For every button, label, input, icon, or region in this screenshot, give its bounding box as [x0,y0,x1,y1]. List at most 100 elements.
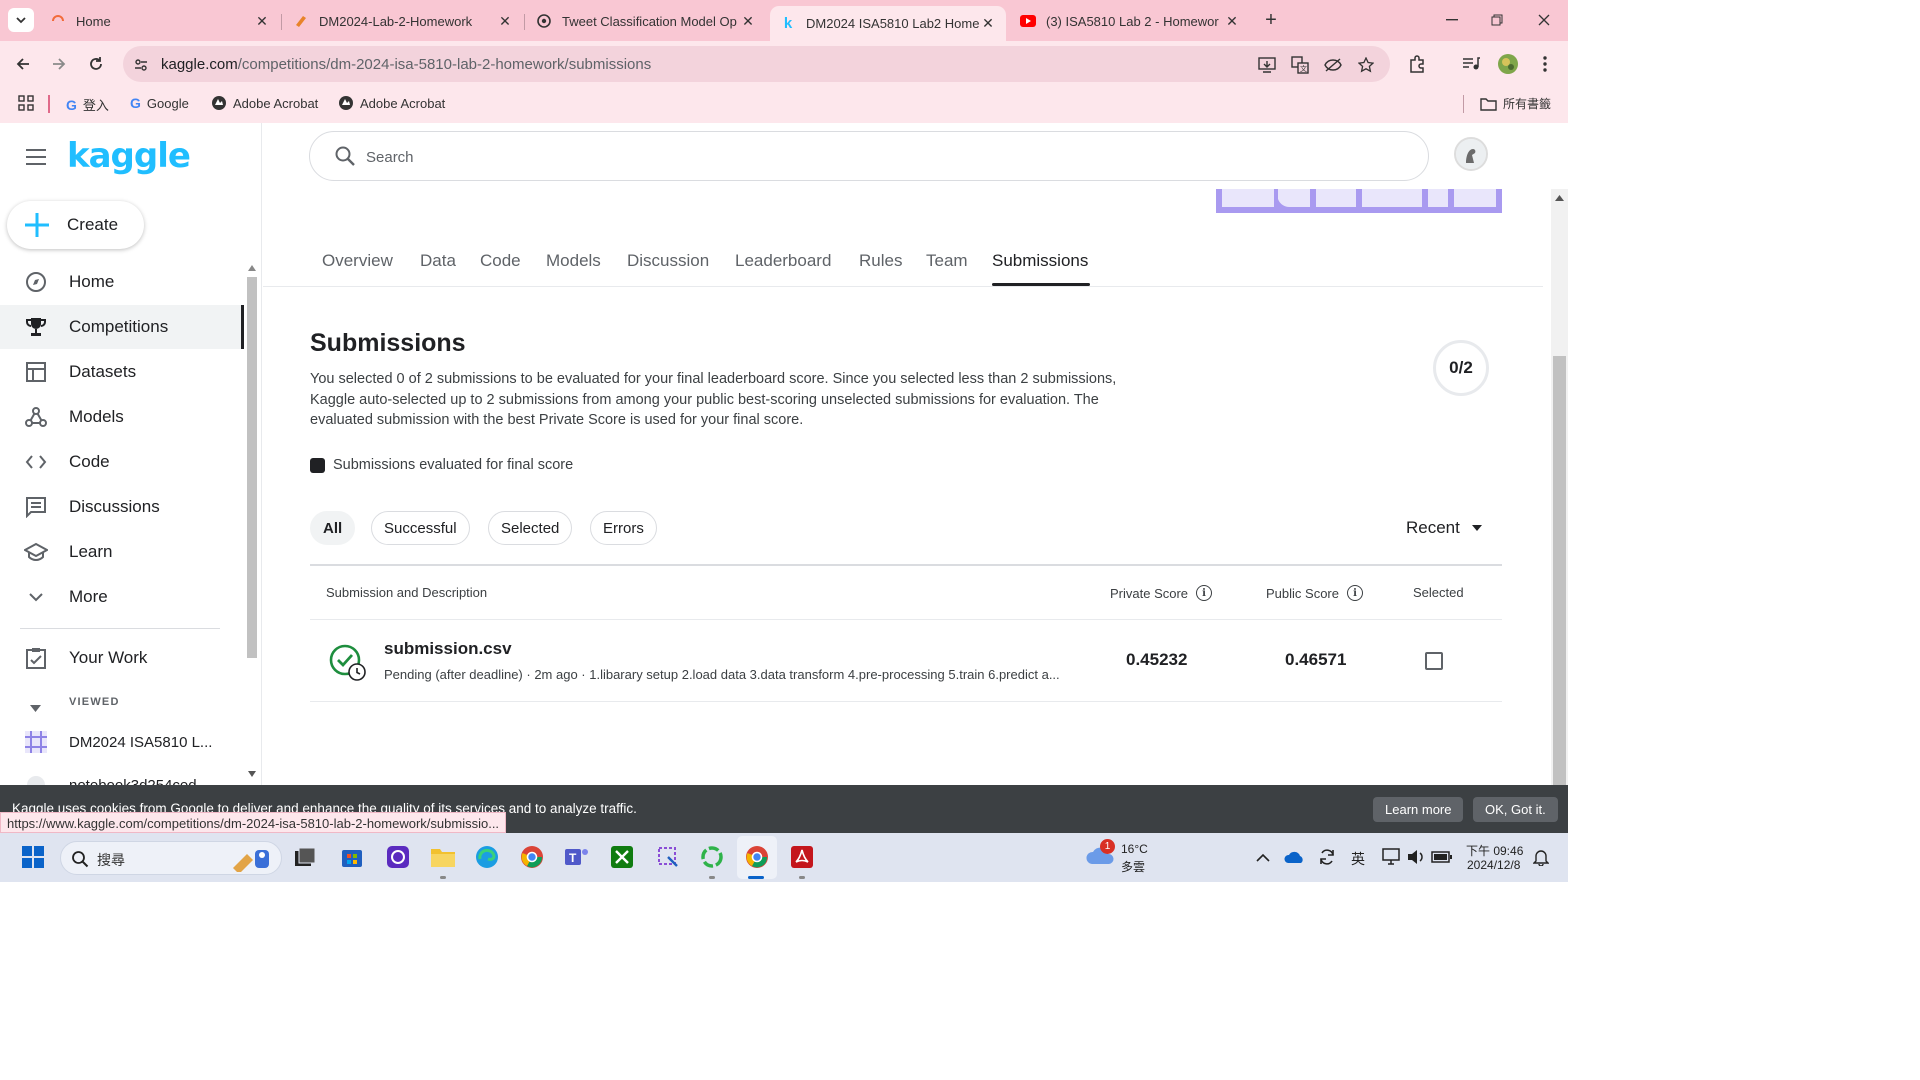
acrobat-icon[interactable] [789,844,815,870]
filter-selected[interactable]: Selected [488,511,573,545]
browser-tab-chatgpt[interactable]: Tweet Classification Model Op ✕ [526,6,766,36]
new-tab-button[interactable]: + [1259,8,1283,32]
tab-search-button[interactable] [8,8,34,32]
teams-icon[interactable]: T [564,844,590,870]
sort-dropdown[interactable]: Recent [1406,518,1482,538]
media-control-icon[interactable] [1460,53,1482,75]
scroll-down-icon[interactable] [248,771,256,777]
close-window-icon[interactable] [1532,8,1556,32]
scroll-up-icon[interactable] [1555,195,1564,201]
bookmark-star-icon[interactable] [1356,55,1376,75]
search-input[interactable] [366,145,1266,169]
browser-tab-kaggle[interactable]: k DM2024 ISA5810 Lab2 Home ✕ [770,6,1006,41]
sidebar-item-more[interactable]: More [0,575,244,619]
filter-successful[interactable]: Successful [371,511,470,545]
taskbar-search[interactable]: 搜尋 [60,841,282,875]
all-bookmarks-button[interactable]: 所有書籤 [1480,95,1551,112]
tab-rules[interactable]: Rules [859,251,902,271]
task-view-icon[interactable] [292,844,318,870]
browser-menu-icon[interactable] [1534,53,1556,75]
sync-icon[interactable] [1314,844,1340,870]
tab-code[interactable]: Code [480,251,521,271]
collapse-viewed-icon[interactable] [30,699,41,717]
bookmark-item[interactable]: G Google [130,95,189,111]
microsoft-store-icon[interactable] [339,844,365,870]
sidebar-item-competitions[interactable]: Competitions [0,305,244,349]
network-icon[interactable] [1379,844,1405,870]
kaggle-logo[interactable]: kaggle [67,136,191,176]
forward-icon[interactable] [46,51,72,77]
install-app-icon[interactable] [1257,55,1277,75]
info-icon[interactable]: i [1196,585,1213,601]
chrome-icon[interactable] [519,844,545,870]
restore-icon[interactable] [1485,8,1509,32]
onedrive-icon[interactable] [1282,844,1308,870]
snipping-tool-icon[interactable] [655,844,681,870]
reload-icon[interactable] [83,51,109,77]
tab-overview[interactable]: Overview [322,251,393,271]
browser-tab-colab[interactable]: DM2024-Lab-2-Homework ✕ [283,6,523,36]
sidebar-scrollbar[interactable] [244,261,260,781]
tab-models[interactable]: Models [546,251,601,271]
scroll-thumb[interactable] [1553,356,1566,785]
browser-tab-youtube[interactable]: (3) ISA5810 Lab 2 - Homewor ✕ [1010,6,1250,36]
submission-filename[interactable]: submission.csv [384,639,512,659]
bookmark-item[interactable]: Adobe Acrobat [338,95,445,111]
info-icon[interactable]: i [1346,585,1363,601]
clock-time[interactable]: 下午 09:46 [1466,842,1523,859]
eye-off-icon[interactable] [1323,55,1343,75]
filter-errors[interactable]: Errors [590,511,657,545]
tab-close-icon[interactable]: ✕ [740,13,756,30]
copilot-app-icon[interactable] [385,844,411,870]
tab-leaderboard[interactable]: Leaderboard [735,251,831,271]
main-scrollbar[interactable] [1551,189,1568,785]
user-avatar[interactable] [1454,137,1488,171]
chrome-active-icon[interactable] [744,844,770,870]
learn-more-button[interactable]: Learn more [1373,797,1464,822]
sidebar-item-datasets[interactable]: Datasets [0,350,244,394]
extensions-icon[interactable] [1406,53,1428,75]
sidebar-item-models[interactable]: Models [0,395,244,439]
translate-icon[interactable]: 文 [1290,55,1310,75]
viewed-item[interactable]: notebook3d254ced... [0,763,244,785]
tab-close-icon[interactable]: ✕ [254,13,270,30]
site-search[interactable] [309,131,1429,181]
battery-icon[interactable] [1429,844,1455,870]
minimize-icon[interactable] [1440,8,1464,32]
chevron-up-icon[interactable] [1250,844,1276,870]
back-icon[interactable] [10,51,36,77]
bookmark-item[interactable]: G 登入 [66,95,109,114]
scroll-up-icon[interactable] [248,265,256,271]
apps-grid-icon[interactable] [18,95,34,111]
sidebar-item-home[interactable]: Home [0,260,244,304]
file-explorer-icon[interactable] [430,844,456,870]
tab-team[interactable]: Team [926,251,968,271]
address-bar[interactable]: kaggle.com/competitions/dm-2024-isa-5810… [123,46,1390,82]
tab-data[interactable]: Data [420,251,456,271]
tab-discussion[interactable]: Discussion [627,251,709,271]
scroll-thumb[interactable] [247,277,257,658]
filter-all[interactable]: All [310,511,356,545]
clock-date[interactable]: 2024/12/8 [1467,858,1520,872]
ime-indicator[interactable]: 英 [1351,849,1365,869]
sidebar-item-learn[interactable]: Learn [0,530,244,574]
select-submission-checkbox[interactable] [1425,652,1443,670]
sidebar-item-discussions[interactable]: Discussions [0,485,244,529]
create-button[interactable]: Create [7,201,144,249]
tab-close-icon[interactable]: ✕ [1224,13,1240,30]
volume-icon[interactable] [1403,844,1429,870]
tab-close-icon[interactable]: ✕ [497,13,513,30]
edge-icon[interactable] [474,844,500,870]
accept-cookies-button[interactable]: OK, Got it. [1473,797,1558,822]
notification-bell-icon[interactable] [1528,844,1554,870]
site-settings-icon[interactable] [131,55,151,75]
sidebar-item-code[interactable]: Code [0,440,244,484]
windows-start-icon[interactable] [20,844,46,870]
xbox-icon[interactable] [609,844,635,870]
sidebar-item-your-work[interactable]: Your Work [0,636,244,680]
bookmark-item[interactable]: Adobe Acrobat [211,95,318,111]
profile-avatar-icon[interactable] [1497,53,1519,75]
tab-submissions[interactable]: Submissions [992,251,1088,271]
browser-tab-home[interactable]: Home ✕ [40,6,280,36]
app-ring-icon[interactable] [699,844,725,870]
